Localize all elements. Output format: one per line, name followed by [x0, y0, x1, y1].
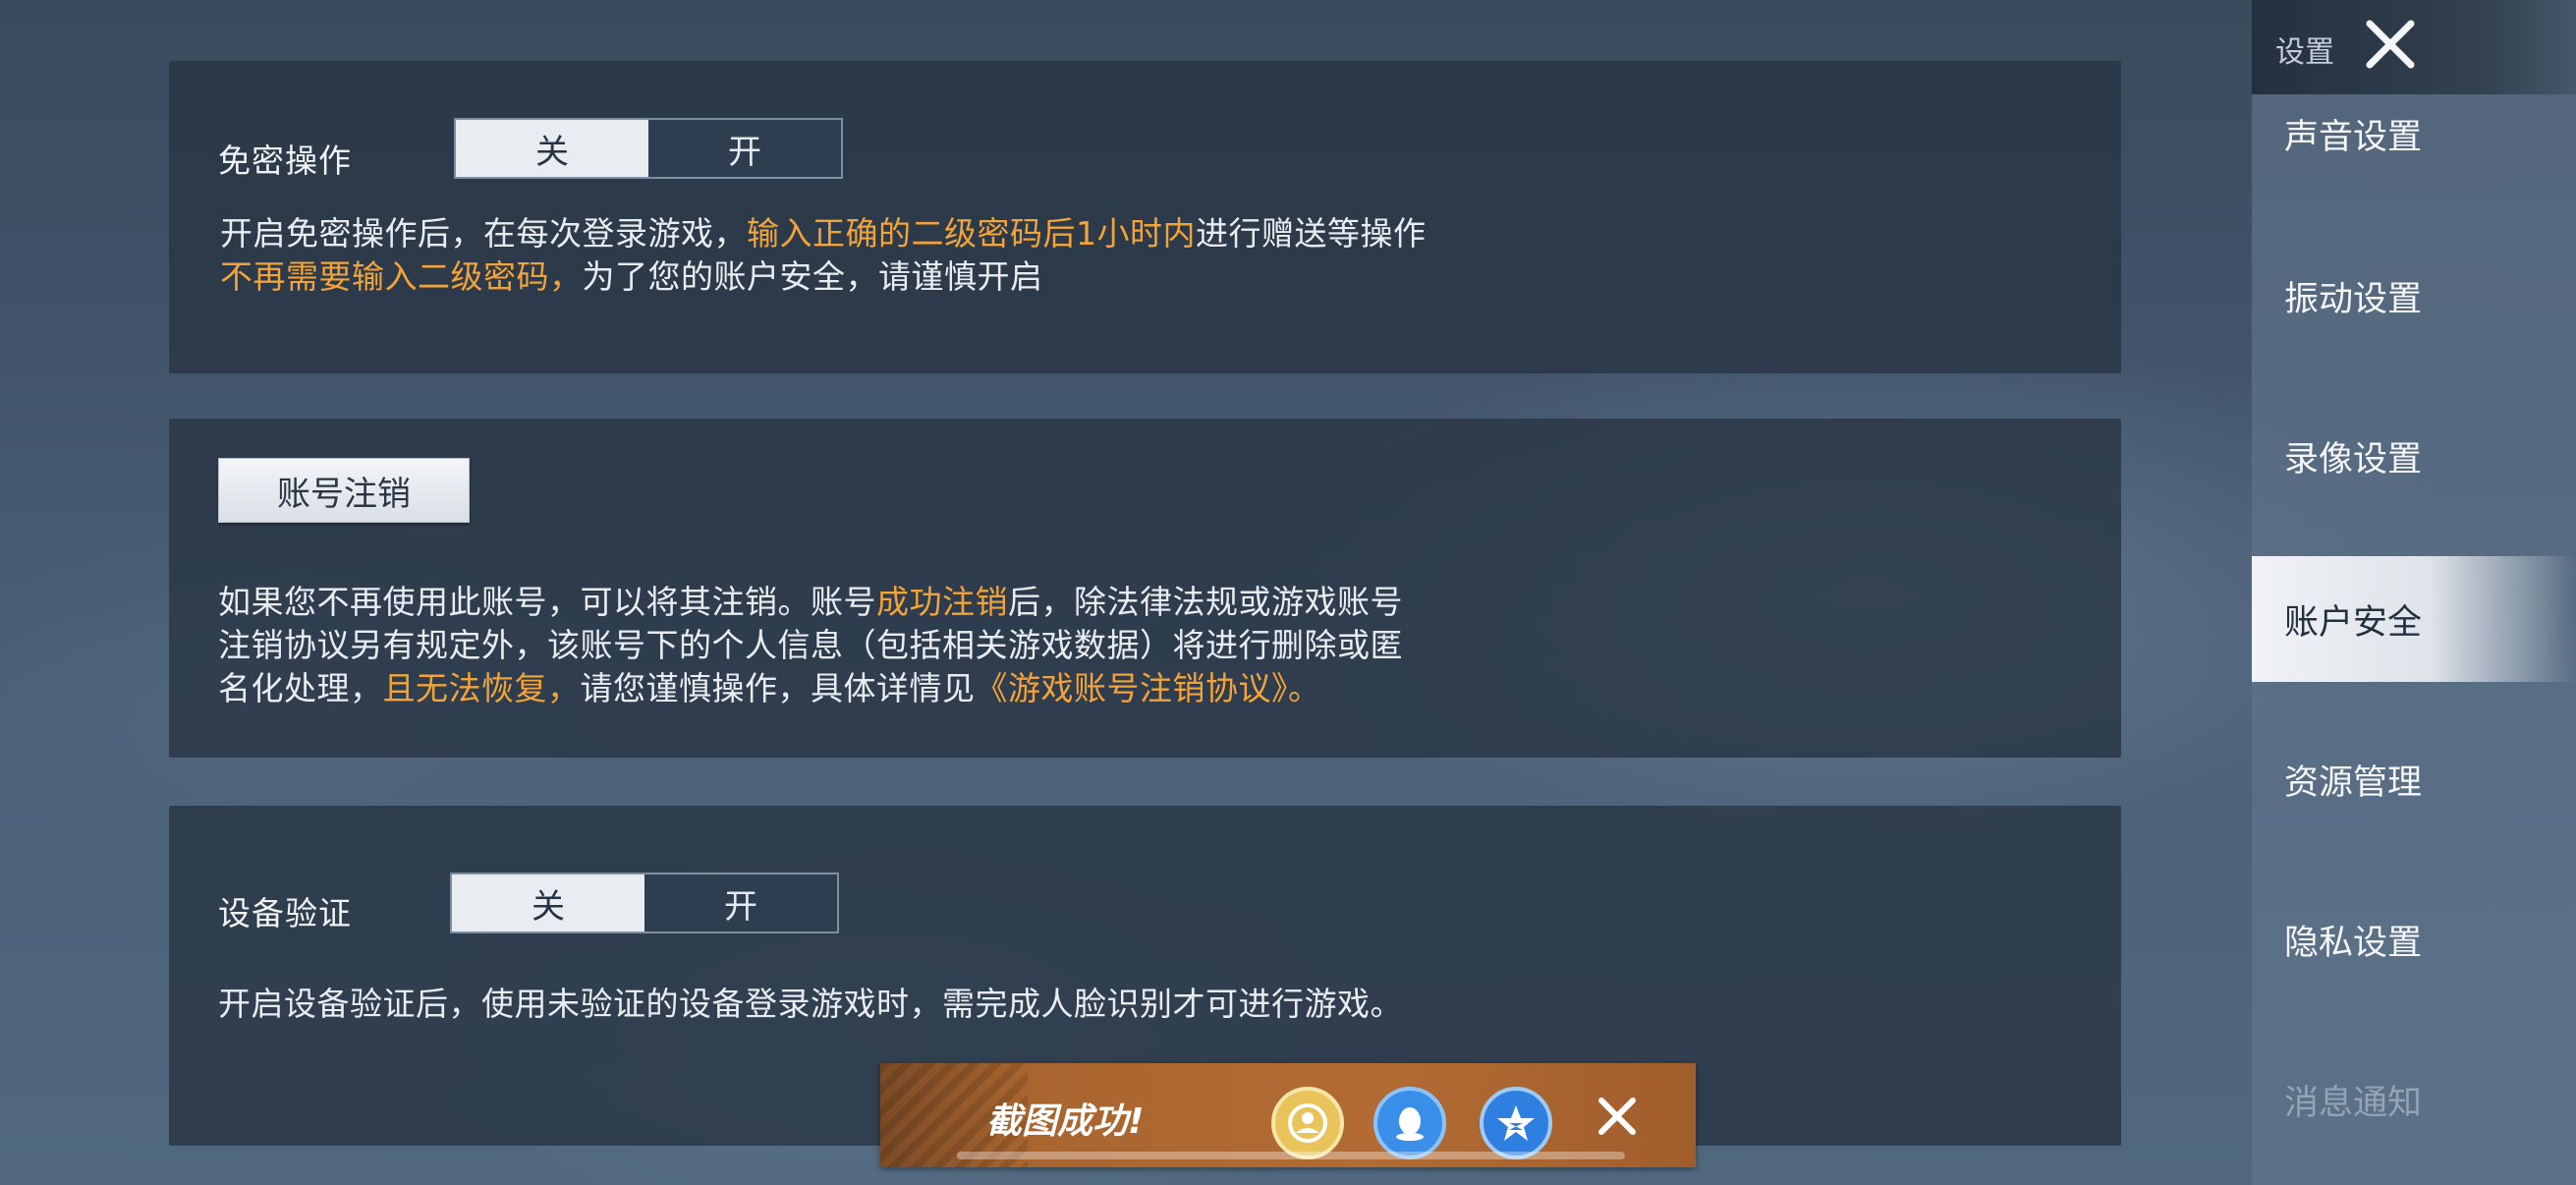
friend-share-icon[interactable]: [1271, 1087, 1344, 1159]
cancel-agreement-link[interactable]: 《游戏账号注销协议》。: [976, 669, 1321, 707]
desc-text: 如果您不再使用此账号，可以将其注销。账号: [218, 583, 876, 621]
account-cancel-button[interactable]: 账号注销: [218, 458, 470, 523]
sidebar-item-privacy[interactable]: 隐私设置: [2252, 894, 2576, 985]
sidebar-item-notifications[interactable]: 消息通知: [2252, 1054, 2576, 1145]
sidebar-item-recording[interactable]: 录像设置: [2252, 411, 2576, 501]
device-verify-toggle-on[interactable]: 开: [644, 875, 837, 931]
passwordless-label: 免密操作: [218, 141, 352, 180]
desc-text: 开启免密操作后，在每次登录游戏，: [220, 214, 747, 253]
desc-highlight: 且无法恢复，: [382, 669, 581, 707]
toast-progress-bar: [957, 1152, 1625, 1159]
sidebar-item-account-security[interactable]: 账户安全: [2252, 556, 2576, 682]
sidebar-title: 设置: [2275, 35, 2334, 70]
desc-highlight: 输入正确的二级密码后1小时内: [747, 214, 1196, 253]
desc-text: 名化处理，: [218, 669, 383, 707]
desc-text: 为了您的账户安全，请谨慎开启: [582, 257, 1043, 296]
device-verify-description: 开启设备验证后，使用未验证的设备登录游戏时，需完成人脸识别才可进行游戏。: [218, 985, 1403, 1023]
passwordless-toggle-on[interactable]: 开: [648, 120, 841, 177]
account-cancel-description: 如果您不再使用此账号，可以将其注销。账号成功注销后，除法律法规或游戏账号 注销协…: [218, 581, 1403, 710]
desc-text: 注销协议另有规定外，该账号下的个人信息（包括相关游戏数据）将进行删除或匿: [218, 626, 1403, 664]
toast-message: 截图成功!: [986, 1101, 1145, 1142]
desc-text: 后，除法律法规或游戏账号: [1008, 583, 1403, 621]
sidebar-item-resources[interactable]: 资源管理: [2252, 734, 2576, 824]
toast-close-icon[interactable]: [1594, 1093, 1641, 1140]
desc-highlight: 成功注销: [876, 583, 1008, 621]
device-verify-toggle-off[interactable]: 关: [452, 875, 644, 931]
device-verify-label: 设备验证: [218, 894, 352, 932]
sidebar-item-sound[interactable]: 声音设置: [2252, 88, 2576, 179]
passwordless-description: 开启免密操作后，在每次登录游戏，输入正确的二级密码后1小时内进行赠送等操作 不再…: [220, 212, 1427, 299]
passwordless-toggle[interactable]: 关 开: [454, 118, 843, 179]
screenshot-toast: 截图成功!: [880, 1063, 1696, 1167]
desc-text: 进行赠送等操作: [1196, 214, 1427, 253]
passwordless-toggle-off[interactable]: 关: [456, 120, 648, 177]
device-verify-toggle[interactable]: 关 开: [450, 873, 839, 933]
sidebar-item-vibration[interactable]: 振动设置: [2252, 251, 2576, 341]
close-icon[interactable]: [2360, 14, 2421, 75]
desc-text: 请您谨慎操作，具体详情见: [580, 669, 976, 707]
qzone-share-icon[interactable]: [1480, 1087, 1552, 1159]
qq-share-icon[interactable]: [1373, 1087, 1446, 1159]
desc-highlight: 不再需要输入二级密码，: [220, 257, 583, 296]
